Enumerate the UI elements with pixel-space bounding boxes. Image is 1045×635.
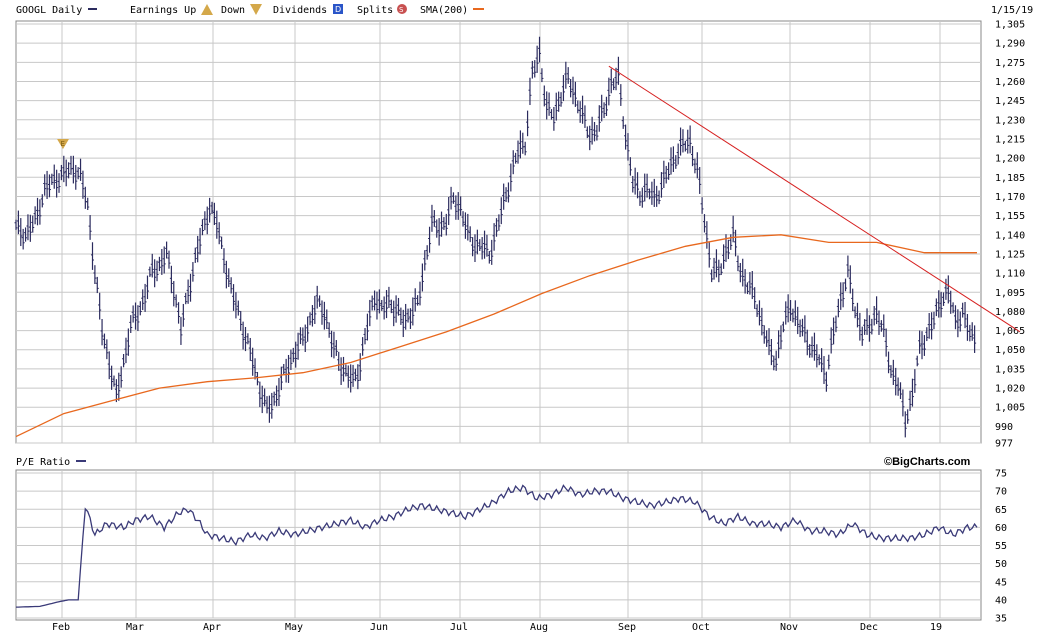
price-y-tick-label: 1,245	[995, 96, 1025, 107]
price-y-tick-label: 1,080	[995, 307, 1025, 318]
price-y-tick-label: 1,110	[995, 269, 1025, 280]
pe-y-tick-label: 70	[995, 487, 1007, 498]
price-y-tick-label: 1,035	[995, 364, 1025, 375]
x-tick-label: Nov	[780, 622, 798, 633]
price-y-tick-label: 1,095	[995, 288, 1025, 299]
price-y-tick-label: 977	[995, 439, 1013, 450]
x-tick-label: Aug	[530, 622, 548, 633]
x-tick-label: Oct	[692, 622, 710, 633]
price-y-tick-label: 1,215	[995, 134, 1025, 145]
price-y-tick-label: 1,200	[995, 154, 1025, 165]
x-tick-label: Feb	[52, 622, 70, 633]
stock-chart: GOOGL Daily Earnings Up Down Dividends D…	[14, 4, 1033, 633]
pe-y-axis: 75 70 65 60 55 50 45 40 35	[995, 469, 1007, 625]
earnings-down-label: Down	[221, 5, 245, 16]
pe-y-tick-label: 35	[995, 614, 1007, 625]
earnings-down-icon	[250, 4, 262, 15]
sma-label: SMA(200)	[420, 5, 468, 16]
price-y-tick-label: 1,305	[995, 20, 1025, 31]
price-y-tick-label: 1,020	[995, 384, 1025, 395]
price-y-tick-label: 990	[995, 422, 1013, 433]
pe-y-tick-label: 50	[995, 559, 1007, 570]
earnings-marker-letter: E	[61, 140, 65, 148]
x-tick-label: Dec	[860, 622, 878, 633]
splits-badge: S	[399, 6, 404, 14]
price-y-tick-label: 1,260	[995, 77, 1025, 88]
pe-y-tick-label: 55	[995, 541, 1007, 552]
pe-y-tick-label: 65	[995, 505, 1007, 516]
pe-y-tick-label: 60	[995, 523, 1007, 534]
pe-y-tick-label: 75	[995, 469, 1007, 480]
pe-legend-swatch	[76, 460, 86, 462]
dividends-badge: D	[335, 5, 341, 14]
earnings-up-icon	[201, 4, 213, 15]
price-y-tick-label: 1,155	[995, 211, 1025, 222]
price-y-tick-label: 1,185	[995, 173, 1025, 184]
price-y-tick-label: 1,290	[995, 39, 1025, 50]
dividends-label: Dividends	[273, 5, 327, 16]
price-legend-swatch	[88, 8, 97, 10]
price-panel-frame	[15, 20, 982, 444]
price-y-tick-label: 1,050	[995, 345, 1025, 356]
symbol-label: GOOGL Daily	[16, 5, 82, 16]
chart-header: GOOGL Daily Earnings Up Down Dividends D…	[16, 4, 1033, 16]
price-y-tick-label: 1,140	[995, 230, 1025, 241]
sma-legend-swatch	[473, 8, 484, 10]
x-tick-label: Mar	[126, 622, 144, 633]
price-y-axis: 1,305 1,290 1,275 1,260 1,245 1,230 1,215 1,200…	[995, 20, 1025, 450]
pe-panel: P/E Ratio ©BigCharts.com 75 70 65 60 55 50 45 4…	[15, 456, 1007, 625]
price-y-tick-label: 1,125	[995, 249, 1025, 260]
pe-y-tick-label: 40	[995, 595, 1007, 606]
x-tick-label: Apr	[203, 622, 221, 633]
x-tick-label: Sep	[618, 622, 636, 633]
pe-y-tick-label: 45	[995, 577, 1007, 588]
price-y-tick-label: 1,170	[995, 192, 1025, 203]
x-tick-label: Jun	[370, 622, 388, 633]
earnings-up-label: Earnings Up	[130, 5, 196, 16]
price-panel: 1,305 1,290 1,275 1,260 1,245 1,230 1,215 1,200…	[14, 20, 1025, 450]
x-tick-label: 19	[930, 622, 942, 633]
pe-title: P/E Ratio	[16, 457, 70, 468]
x-tick-label: Jul	[450, 622, 468, 633]
chart-date: 1/15/19	[991, 5, 1033, 16]
x-axis: Feb Mar Apr May Jun Jul Aug Sep Oct Nov Dec 19	[52, 622, 942, 633]
bigcharts-brand: ©BigCharts.com	[884, 456, 971, 468]
price-y-tick-label: 1,230	[995, 115, 1025, 126]
price-y-tick-label: 1,275	[995, 58, 1025, 69]
price-y-tick-label: 1,065	[995, 326, 1025, 337]
splits-label: Splits	[357, 5, 393, 16]
x-tick-label: May	[285, 622, 303, 633]
price-y-tick-label: 1,005	[995, 403, 1025, 414]
